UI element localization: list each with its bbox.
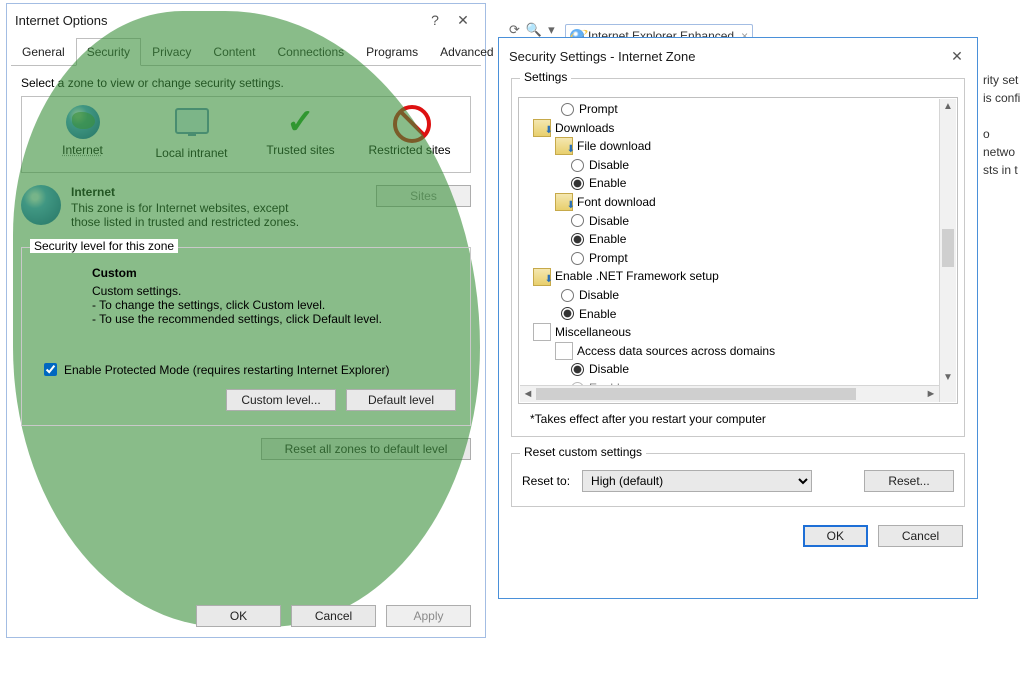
scroll-down-icon[interactable]: ▼	[940, 371, 956, 385]
download-icon	[533, 119, 551, 137]
settings-group: Settings Prompt Downloads File download …	[511, 78, 965, 437]
security-settings-dialog: Security Settings - Internet Zone ✕ Sett…	[498, 37, 978, 599]
security-level-group: Security level for this zone Custom Cust…	[21, 247, 471, 426]
ok-button[interactable]: OK	[196, 605, 281, 627]
search-icon: 🔍	[526, 22, 542, 38]
scroll-left-icon[interactable]: ◄	[520, 386, 536, 402]
opt-dotnet-disable[interactable]: Disable	[561, 286, 957, 305]
download-icon	[555, 137, 573, 155]
cancel-button[interactable]: Cancel	[878, 525, 963, 547]
tab-programs[interactable]: Programs	[355, 38, 429, 65]
node-file-download[interactable]: File download	[555, 137, 957, 156]
close-button[interactable]: ✕	[449, 10, 477, 30]
vertical-scrollbar[interactable]: ▲ ▼	[939, 99, 956, 402]
level-line: Custom settings.	[92, 284, 456, 298]
reset-to-label: Reset to:	[522, 474, 570, 488]
default-level-button[interactable]: Default level	[346, 389, 456, 411]
reset-custom-group: Reset custom settings Reset to: High (de…	[511, 453, 965, 507]
node-misc[interactable]: Miscellaneous	[533, 323, 957, 342]
titlebar: Security Settings - Internet Zone ✕	[499, 38, 977, 72]
epm-label: Enable Protected Mode (requires restarti…	[64, 363, 390, 377]
opt-font-disable[interactable]: Disable	[571, 212, 957, 231]
node-font-download[interactable]: Font download	[555, 193, 957, 212]
close-button[interactable]: ✕	[943, 46, 971, 66]
refresh-icon: ⟳	[509, 22, 520, 38]
dialog-footer: OK Cancel Apply	[196, 605, 471, 627]
internet-options-dialog: Internet Options ? ✕ General Security Pr…	[6, 3, 486, 638]
tab-advanced[interactable]: Advanced	[429, 38, 504, 65]
apply-button[interactable]: Apply	[386, 605, 471, 627]
level-line: - To change the settings, click Custom l…	[92, 298, 456, 312]
opt-dotnet-enable[interactable]: Enable	[561, 305, 957, 324]
level-line: - To use the recommended settings, click…	[92, 312, 456, 326]
node-downloads[interactable]: Downloads	[533, 119, 957, 138]
zone-description: Internet This zone is for Internet websi…	[21, 185, 471, 229]
scroll-thumb[interactable]	[942, 229, 954, 267]
dialog-footer: OK Cancel	[511, 525, 965, 547]
scroll-up-icon[interactable]: ▲	[940, 100, 956, 114]
browser-toolbar-fragment: ⟳ 🔍 ▾	[509, 22, 555, 38]
opt-file-disable[interactable]: Disable	[571, 156, 957, 175]
download-icon	[555, 193, 573, 211]
globe-icon	[21, 185, 61, 225]
level-name: Custom	[92, 266, 456, 280]
ok-button[interactable]: OK	[803, 525, 868, 547]
opt-font-enable[interactable]: Enable	[571, 230, 957, 249]
horizontal-scrollbar[interactable]: ◄ ►	[520, 385, 939, 402]
scroll-right-icon[interactable]: ►	[923, 386, 939, 402]
settings-tree[interactable]: Prompt Downloads File download Disable E…	[518, 97, 958, 404]
dialog-title: Security Settings - Internet Zone	[509, 49, 695, 64]
opt-font-prompt[interactable]: Prompt	[571, 249, 957, 268]
scroll-thumb[interactable]	[536, 388, 856, 400]
opt-access-disable[interactable]: Disable	[571, 360, 957, 379]
enable-protected-mode[interactable]: Enable Protected Mode (requires restarti…	[40, 360, 456, 379]
dialog-title: Internet Options	[15, 13, 108, 28]
group-legend: Reset custom settings	[520, 445, 646, 459]
reset-button[interactable]: Reset...	[864, 470, 954, 492]
cancel-button[interactable]: Cancel	[291, 605, 376, 627]
custom-level-button[interactable]: Custom level...	[226, 389, 336, 411]
node-dotnet[interactable]: Enable .NET Framework setup	[533, 267, 957, 286]
tab-general[interactable]: General	[11, 38, 76, 65]
page-icon	[555, 342, 573, 360]
help-button[interactable]: ?	[421, 10, 449, 30]
download-icon	[533, 268, 551, 286]
page-icon	[533, 323, 551, 341]
opt-prompt[interactable]: Prompt	[561, 100, 957, 119]
opt-file-enable[interactable]: Enable	[571, 174, 957, 193]
page-text-fragment: rity set is confi o netwo sts in t	[983, 71, 1024, 179]
reset-level-select[interactable]: High (default)	[582, 470, 812, 492]
group-legend: Security level for this zone	[30, 239, 178, 253]
group-legend: Settings	[520, 70, 571, 84]
node-access-data[interactable]: Access data sources across domains	[555, 342, 957, 361]
restart-note: *Takes effect after you restart your com…	[530, 412, 954, 426]
epm-checkbox[interactable]	[44, 363, 57, 376]
